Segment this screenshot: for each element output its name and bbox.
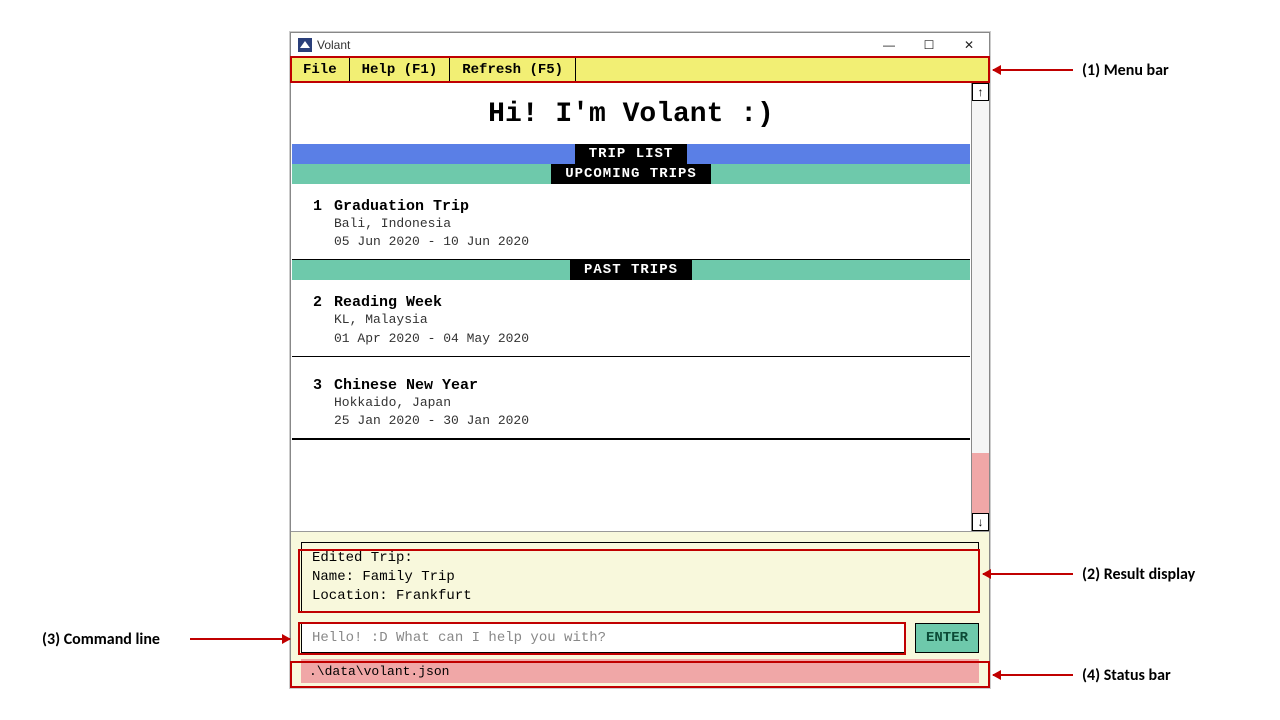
menu-bar: File Help (F1) Refresh (F5)	[291, 57, 989, 83]
annotation-result: (2) Result display	[1082, 565, 1195, 584]
result-display: Edited Trip: Name: Family Trip Location:…	[301, 542, 979, 613]
greeting: Hi! I'm Volant :)	[291, 99, 971, 130]
trip-title: Chinese New Year	[334, 377, 478, 394]
trip-dates: 25 Jan 2020 - 30 Jan 2020	[334, 412, 954, 430]
window-title: Volant	[317, 38, 869, 52]
close-button[interactable]: ✕	[949, 33, 989, 57]
trip-dates: 01 Apr 2020 - 04 May 2020	[334, 330, 954, 348]
menu-refresh[interactable]: Refresh (F5)	[450, 57, 576, 82]
scroll-up-button[interactable]: ↑	[972, 83, 989, 101]
upcoming-label: UPCOMING TRIPS	[551, 164, 711, 184]
upcoming-trips-block: 1 Graduation Trip Bali, Indonesia 05 Jun…	[291, 184, 971, 260]
scrollbar[interactable]: ↑ ↓	[971, 83, 989, 531]
content-fill	[292, 439, 970, 531]
trip-dates: 05 Jun 2020 - 10 Jun 2020	[334, 233, 954, 251]
scroll-track[interactable]	[972, 101, 989, 513]
menu-file[interactable]: File	[291, 57, 350, 82]
trip-index: 1	[308, 198, 322, 215]
annotation-status: (4) Status bar	[1082, 666, 1171, 685]
arrow-to-cmd	[190, 638, 290, 640]
trip-index: 3	[308, 377, 322, 394]
trip-index: 2	[308, 294, 322, 311]
scroll-down-button[interactable]: ↓	[972, 513, 989, 531]
app-window: Volant — ☐ ✕ File Help (F1) Refresh (F5)…	[290, 32, 990, 688]
trip-title: Reading Week	[334, 294, 442, 311]
command-input[interactable]: Hello! :D What can I help you with?	[301, 623, 905, 653]
trip-card[interactable]: 3 Chinese New Year Hokkaido, Japan 25 Ja…	[292, 367, 970, 439]
status-bar: .\data\volant.json	[301, 659, 979, 683]
trip-card[interactable]: 1 Graduation Trip Bali, Indonesia 05 Jun…	[292, 188, 970, 260]
titlebar: Volant — ☐ ✕	[291, 33, 989, 57]
upcoming-header: UPCOMING TRIPS	[292, 164, 970, 184]
enter-button[interactable]: ENTER	[915, 623, 979, 653]
past-header: PAST TRIPS	[292, 260, 970, 280]
scroll-thumb[interactable]	[972, 453, 989, 513]
trip-card[interactable]: 2 Reading Week KL, Malaysia 01 Apr 2020 …	[292, 284, 970, 356]
content-area: Hi! I'm Volant :) TRIP LIST UPCOMING TRI…	[291, 83, 971, 531]
minimize-button[interactable]: —	[869, 33, 909, 57]
past-trips-block: 2 Reading Week KL, Malaysia 01 Apr 2020 …	[291, 280, 971, 439]
trip-location: Bali, Indonesia	[334, 215, 954, 233]
trip-location: KL, Malaysia	[334, 311, 954, 329]
trip-list-header: TRIP LIST	[292, 144, 970, 164]
past-label: PAST TRIPS	[570, 260, 692, 280]
bottom-panel: Edited Trip: Name: Family Trip Location:…	[291, 531, 989, 687]
arrow-to-status	[993, 674, 1073, 676]
annotation-cmd: (3) Command line	[42, 630, 160, 649]
menu-help[interactable]: Help (F1)	[350, 57, 451, 82]
trip-location: Hokkaido, Japan	[334, 394, 954, 412]
arrow-to-result	[983, 573, 1073, 575]
arrow-to-menu	[993, 69, 1073, 71]
maximize-button[interactable]: ☐	[909, 33, 949, 57]
trip-list-label: TRIP LIST	[575, 144, 688, 164]
content-wrap: Hi! I'm Volant :) TRIP LIST UPCOMING TRI…	[291, 83, 989, 531]
app-icon	[297, 37, 313, 53]
trip-title: Graduation Trip	[334, 198, 469, 215]
annotation-menu: (1) Menu bar	[1082, 61, 1169, 80]
